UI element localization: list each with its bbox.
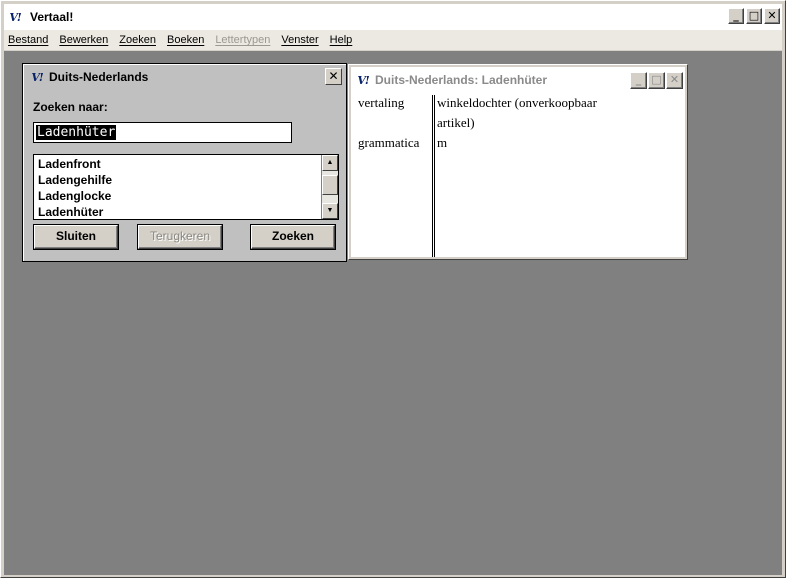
result-value-grammar: m [437,135,448,150]
app-window-controls: _ □ ✕ [728,8,780,24]
scroll-down-icon[interactable]: ▼ [322,203,338,219]
menu-bar: Bestand Bewerken Zoeken Boeken Lettertyp… [4,30,782,50]
app-logo-icon: V! [9,10,21,24]
search-dialog-title: Duits-Nederlands [49,70,149,84]
scroll-thumb[interactable] [322,175,338,195]
menu-boeken[interactable]: Boeken [167,34,204,46]
menu-bewerken[interactable]: Bewerken [59,34,108,46]
search-dialog-titlebar[interactable]: V! Duits-Nederlands ✕ [25,66,344,88]
result-window-titlebar[interactable]: V! Duits-Nederlands: Ladenhüter _ □ ✕ [351,67,685,93]
menu-bestand[interactable]: Bestand [8,34,48,46]
result-label-translation: vertaling [358,95,405,110]
close-dialog-button[interactable]: Sluiten [34,225,118,249]
result-body: vertaling winkeldochter (onverkoopbaar a… [351,93,685,257]
search-input[interactable]: Ladenhüter [33,122,292,143]
list-item[interactable]: Ladenglocke [38,188,320,204]
app-titlebar[interactable]: V! Vertaal! _ □ ✕ [4,4,782,30]
menu-help[interactable]: Help [330,34,353,46]
result-close-button[interactable]: ✕ [666,72,683,89]
search-label: Zoeken naar: [33,100,108,114]
result-window-controls: _ □ ✕ [630,72,683,89]
results-listbox[interactable]: Ladenfront Ladengehilfe Ladenglocke Lade… [33,154,339,220]
menu-lettertypen: Lettertypen [215,34,271,46]
result-window: V! Duits-Nederlands: Ladenhüter _ □ ✕ ve… [348,64,688,260]
list-item[interactable]: Ladenhüter [38,204,320,220]
list-scrollbar[interactable]: ▲ ▼ [321,155,338,219]
list-item[interactable]: Ladengehilfe [38,172,320,188]
result-value-translation: winkeldochter (onverkoopbaar artikel) [437,95,597,130]
result-maximize-button[interactable]: □ [648,72,665,89]
close-button[interactable]: ✕ [764,8,780,24]
list-item[interactable]: Ladenfront [38,156,320,172]
dialog-logo-icon: V! [31,70,43,84]
result-label-grammar: grammatica [358,135,420,150]
dialog-close-button[interactable]: ✕ [325,68,342,85]
result-minimize-button[interactable]: _ [630,72,647,89]
maximize-button[interactable]: □ [746,8,762,24]
results-list: Ladenfront Ladengehilfe Ladenglocke Lade… [38,156,320,220]
minimize-button[interactable]: _ [728,8,744,24]
result-logo-icon: V! [357,73,369,87]
scroll-up-icon[interactable]: ▲ [322,155,338,171]
search-dialog: V! Duits-Nederlands ✕ Zoeken naar: Laden… [22,63,347,262]
menu-venster[interactable]: Venster [281,34,318,46]
back-button: Terugkeren [138,225,222,249]
menu-zoeken[interactable]: Zoeken [119,34,156,46]
search-button[interactable]: Zoeken [251,225,335,249]
column-divider [432,95,435,257]
app-title: Vertaal! [30,10,74,24]
search-input-value: Ladenhüter [36,125,117,140]
result-window-title: Duits-Nederlands: Ladenhüter [375,73,548,87]
